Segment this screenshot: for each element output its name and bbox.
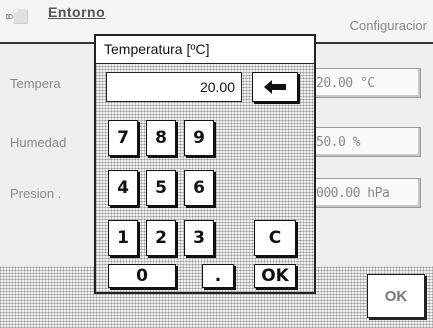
temperature-value: 20.00 °C <box>316 76 375 91</box>
key-4[interactable]: 4 <box>108 170 138 206</box>
footer-ok-button[interactable]: OK <box>367 274 425 318</box>
key-1[interactable]: 1 <box>108 220 138 256</box>
key-9[interactable]: 9 <box>184 120 214 156</box>
row-label-humidity: Humedad <box>10 135 67 150</box>
pressure-value: 000.00 hPa <box>316 186 390 201</box>
numeric-keypad-dialog: Temperatura [ºC] 20.00 7 8 9 4 5 6 1 2 3… <box>94 34 316 294</box>
key-6[interactable]: 6 <box>184 170 214 206</box>
backspace-arrow-icon <box>264 80 286 94</box>
dialog-ok-button[interactable]: OK <box>254 264 296 288</box>
key-5[interactable]: 5 <box>146 170 176 206</box>
row-label-temperature: Tempera <box>10 76 61 91</box>
key-7[interactable]: 7 <box>108 120 138 156</box>
page-title: Entorno <box>48 4 106 20</box>
humidity-value: 50.0 % <box>316 135 360 150</box>
decimal-key[interactable]: . <box>202 264 234 288</box>
key-0[interactable]: 0 <box>108 264 176 288</box>
key-2[interactable]: 2 <box>146 220 176 256</box>
key-3[interactable]: 3 <box>184 220 214 256</box>
value-display[interactable]: 20.00 <box>106 72 242 102</box>
key-8[interactable]: 8 <box>146 120 176 156</box>
row-label-pressure: Presion . <box>10 186 62 201</box>
dialog-title: Temperatura [ºC] <box>96 36 314 64</box>
header-section-label: Configuracior <box>349 18 427 33</box>
balance-icon: ⌦⬜ <box>6 10 29 25</box>
keypad-body: 20.00 7 8 9 4 5 6 1 2 3 C 0 . OK <box>96 64 314 292</box>
backspace-button[interactable] <box>252 72 298 102</box>
clear-key[interactable]: C <box>254 220 296 256</box>
